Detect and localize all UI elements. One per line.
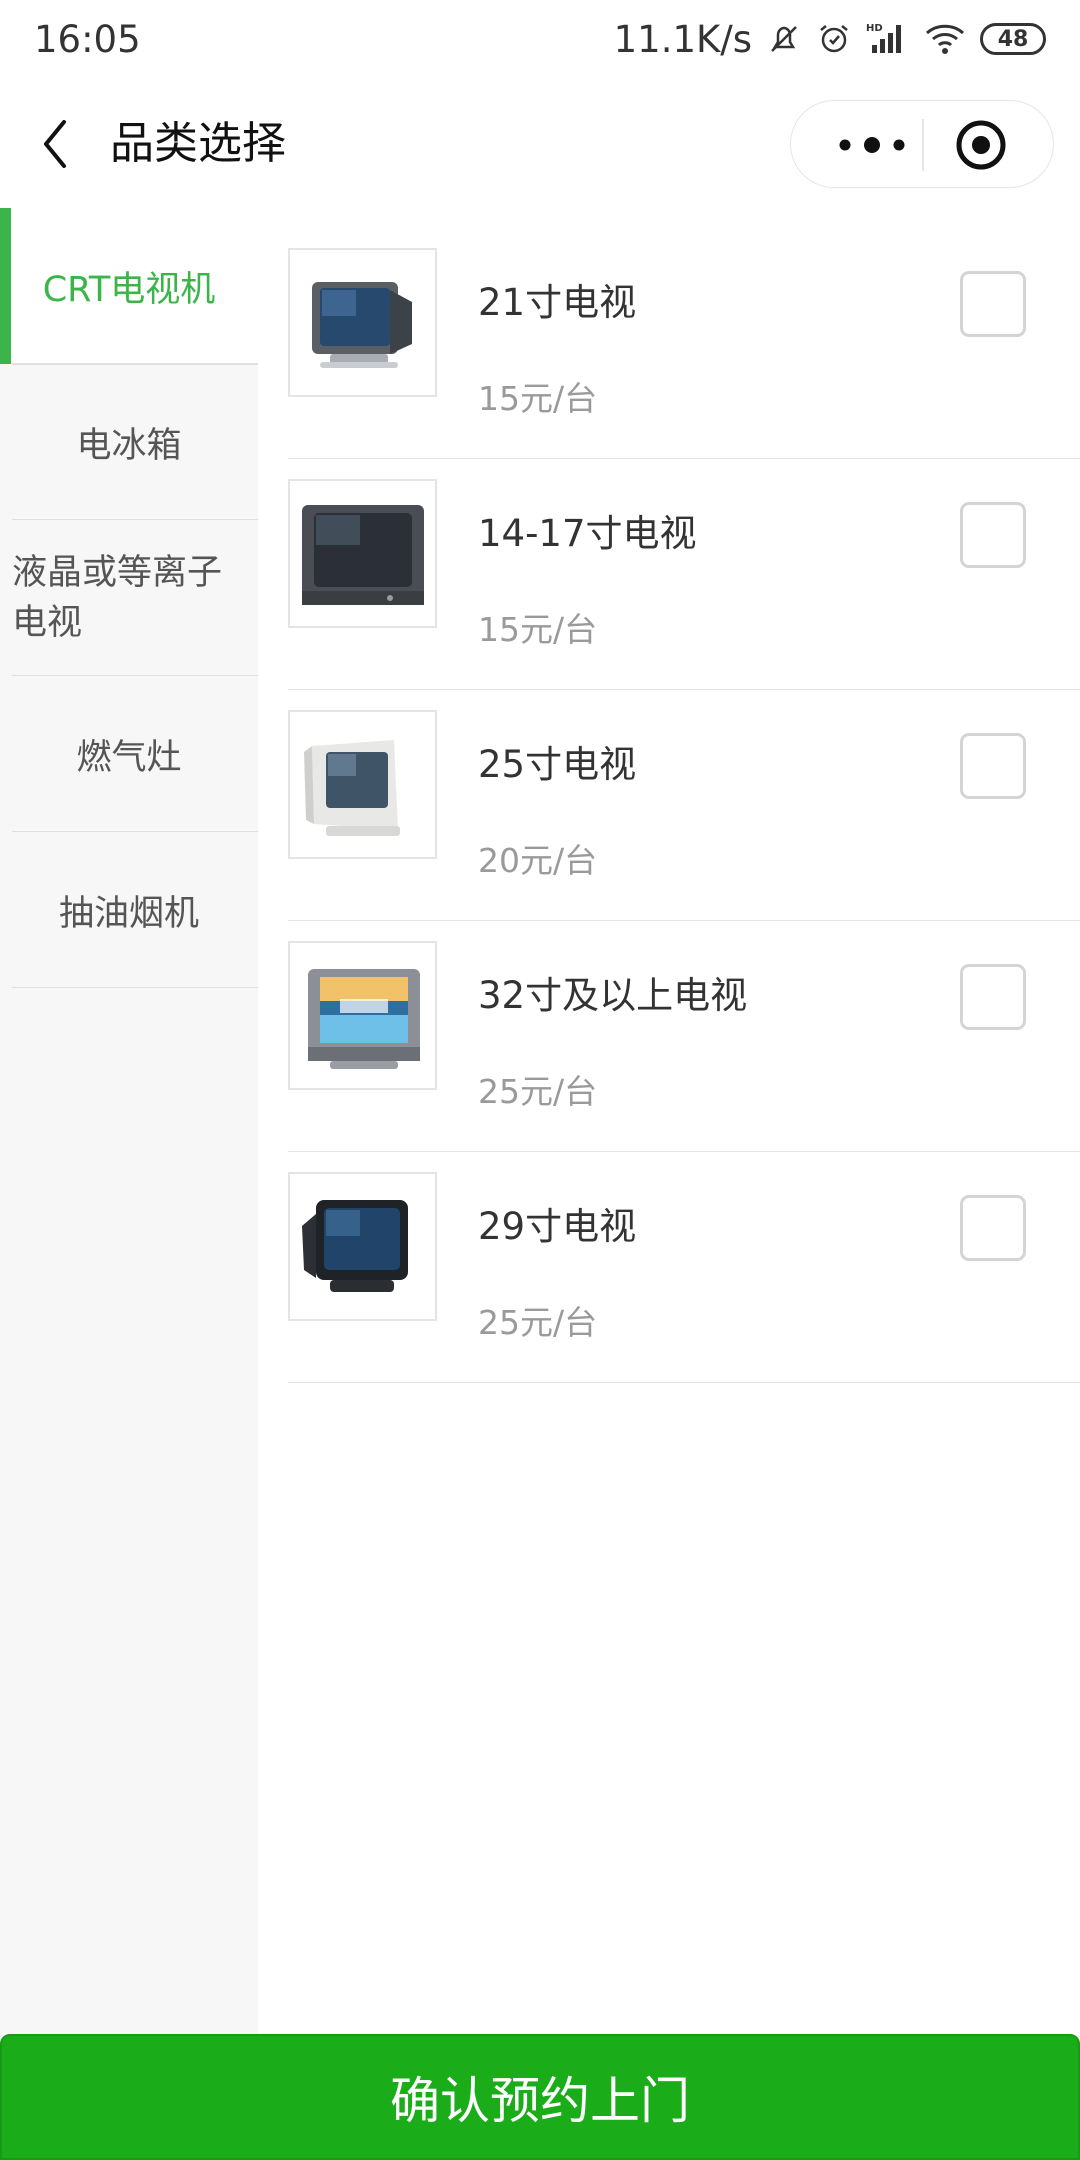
page: 16:05 11.1K/s HD 48 品类选择 CRT电视机 电冰箱 液晶或等… (0, 0, 1080, 2160)
mini-program-capsule (790, 100, 1054, 188)
sidebar-item-crt[interactable]: CRT电视机 (0, 208, 258, 364)
status-time: 16:05 (34, 17, 141, 61)
target-icon[interactable] (951, 115, 1011, 175)
product-row[interactable]: 25寸电视 20元/台 (288, 690, 1080, 921)
active-indicator (0, 208, 11, 364)
hd-signal-icon: HD (866, 21, 910, 57)
product-name: 14-17寸电视 (478, 512, 697, 555)
product-price: 20元/台 (478, 841, 598, 880)
sidebar-item-label: 电冰箱 (76, 425, 182, 466)
product-name: 29寸电视 (478, 1205, 637, 1248)
sidebar-item-gas-stove[interactable]: 燃气灶 (0, 676, 258, 832)
sidebar-item-fridge[interactable]: 电冰箱 (0, 364, 258, 520)
sidebar-item-label: 液晶或等离子电视 (12, 553, 223, 643)
sidebar-item-label: CRT电视机 (42, 269, 216, 310)
sidebar-item-label: 燃气灶 (76, 737, 182, 778)
product-checkbox[interactable] (960, 271, 1026, 337)
divider (12, 986, 258, 988)
product-price: 15元/台 (478, 379, 598, 418)
sidebar-item-range-hood[interactable]: 抽油烟机 (0, 832, 258, 988)
product-name: 21寸电视 (478, 281, 637, 324)
category-sidebar: CRT电视机 电冰箱 液晶或等离子电视 燃气灶 抽油烟机 (0, 208, 258, 2038)
bell-muted-icon (766, 21, 802, 57)
crt-tv-image (288, 710, 437, 859)
crt-tv-image (288, 248, 437, 397)
product-checkbox[interactable] (960, 964, 1026, 1030)
product-price: 15元/台 (478, 610, 598, 649)
crt-tv-image (288, 479, 437, 628)
product-row[interactable]: 29寸电视 25元/台 (288, 1152, 1080, 1383)
divider (288, 1381, 1080, 1383)
capsule-divider (922, 119, 924, 171)
crt-tv-image (288, 1172, 437, 1321)
more-dots-icon[interactable] (829, 125, 929, 165)
alarm-icon (816, 21, 852, 57)
sidebar-item-label: 抽油烟机 (58, 893, 199, 934)
product-checkbox[interactable] (960, 733, 1026, 799)
product-row[interactable]: 21寸电视 15元/台 (288, 228, 1080, 459)
svg-text:HD: HD (866, 23, 883, 34)
battery-icon: 48 (980, 23, 1046, 55)
nav-bar: 品类选择 (0, 96, 1080, 192)
product-name: 32寸及以上电视 (478, 974, 748, 1017)
product-price: 25元/台 (478, 1072, 598, 1111)
status-right: 11.1K/s HD 48 (614, 18, 1046, 61)
divider (12, 363, 258, 365)
product-checkbox[interactable] (960, 1195, 1026, 1261)
status-bar: 16:05 11.1K/s HD 48 (0, 0, 1080, 78)
wifi-icon (924, 21, 966, 57)
product-price: 25元/台 (478, 1303, 598, 1342)
network-speed: 11.1K/s (613, 17, 752, 61)
page-title: 品类选择 (110, 118, 286, 169)
product-checkbox[interactable] (960, 502, 1026, 568)
product-row[interactable]: 32寸及以上电视 25元/台 (288, 921, 1080, 1152)
product-row[interactable]: 14-17寸电视 15元/台 (288, 459, 1080, 690)
sidebar-item-lcd-plasma[interactable]: 液晶或等离子电视 (0, 520, 258, 676)
back-arrow-icon[interactable] (36, 116, 76, 172)
product-name: 25寸电视 (478, 743, 637, 786)
confirm-appointment-button[interactable]: 确认预约上门 (0, 2034, 1080, 2160)
crt-tv-image (288, 941, 437, 1090)
